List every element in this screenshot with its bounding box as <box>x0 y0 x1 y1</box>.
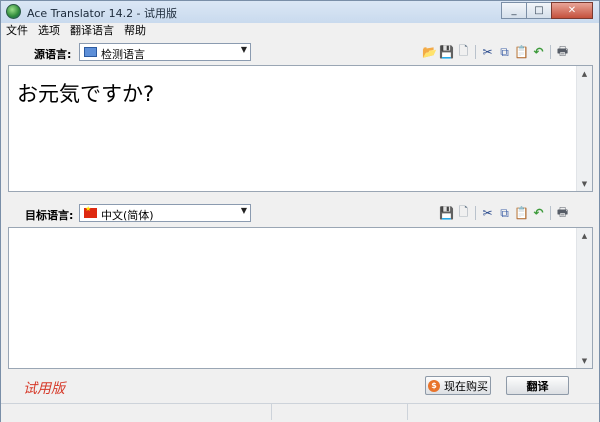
new-document-icon[interactable]: 🗋 <box>455 44 472 60</box>
trial-version-label: 试用版 <box>23 381 65 397</box>
copy-icon[interactable]: ⧉ <box>496 44 513 60</box>
target-scrollbar[interactable]: ▲ ▼ <box>576 228 592 368</box>
app-window: Ace Translator 14.2 - 试用版 _ □ ✕ 文件 选项 翻译… <box>0 0 600 422</box>
undo-icon[interactable]: ↶ <box>530 205 547 221</box>
detect-language-icon <box>84 47 97 57</box>
paste-icon[interactable]: 📋 <box>513 205 530 221</box>
close-button[interactable]: ✕ <box>551 2 593 19</box>
scroll-down-icon[interactable]: ▼ <box>577 353 592 368</box>
window-title: Ace Translator 14.2 - 试用版 <box>27 7 178 20</box>
app-globe-icon <box>6 4 21 19</box>
translate-button[interactable]: 翻译 <box>506 376 569 395</box>
status-panel <box>408 404 598 420</box>
print-icon[interactable]: 🖶 <box>554 44 571 60</box>
source-language-dropdown[interactable]: 检测语言 ▼ <box>79 43 251 61</box>
menu-help[interactable]: 帮助 <box>119 23 151 39</box>
maximize-button[interactable]: □ <box>526 2 552 19</box>
china-flag-icon <box>84 205 97 218</box>
source-toolbar: 源语言: 检测语言 ▼ 📂 💾 🗋 ✂ ⧉ 📋 ↶ 🖶 <box>1 40 599 64</box>
new-document-icon[interactable]: 🗋 <box>455 205 472 221</box>
scroll-up-icon[interactable]: ▲ <box>577 228 592 243</box>
translate-label: 翻译 <box>526 379 549 393</box>
toolbar-separator <box>475 206 476 220</box>
chevron-down-icon: ▼ <box>240 206 247 215</box>
target-language-value: 中文(简体) <box>101 209 154 222</box>
cut-icon[interactable]: ✂ <box>479 44 496 60</box>
target-toolbar: 目标语言: 中文(简体) ▼ 💾 🗋 ✂ ⧉ 📋 ↶ 🖶 <box>1 201 599 225</box>
target-language-dropdown[interactable]: 中文(简体) ▼ <box>79 204 251 222</box>
save-icon[interactable]: 💾 <box>438 205 455 221</box>
cut-icon[interactable]: ✂ <box>479 205 496 221</box>
buy-now-button[interactable]: $ 现在购买 <box>425 376 491 395</box>
title-bar: Ace Translator 14.2 - 试用版 _ □ ✕ <box>1 1 599 23</box>
menu-options[interactable]: 选项 <box>33 23 65 39</box>
open-icon[interactable]: 📂 <box>421 44 438 60</box>
source-scrollbar[interactable]: ▲ ▼ <box>576 66 592 191</box>
target-tools: 💾 🗋 ✂ ⧉ 📋 ↶ 🖶 <box>438 205 571 221</box>
window-controls: _ □ ✕ <box>501 2 593 20</box>
minimize-button[interactable]: _ <box>501 2 527 19</box>
coin-icon: $ <box>428 379 440 392</box>
save-icon[interactable]: 💾 <box>438 44 455 60</box>
status-panel <box>1 404 272 420</box>
source-text: お元気ですか? <box>17 82 155 106</box>
pane-splitter[interactable] <box>1 192 599 197</box>
chevron-down-icon: ▼ <box>240 45 247 54</box>
target-language-label: 目标语言: <box>25 209 74 222</box>
toolbar-separator <box>550 206 551 220</box>
source-tools: 📂 💾 🗋 ✂ ⧉ 📋 ↶ 🖶 <box>421 44 571 60</box>
print-icon[interactable]: 🖶 <box>554 205 571 221</box>
source-text-area[interactable]: お元気ですか? ▲ ▼ <box>8 65 593 192</box>
menu-translate-language[interactable]: 翻译语言 <box>65 23 119 39</box>
menu-bar: 文件 选项 翻译语言 帮助 <box>1 23 599 39</box>
status-panel <box>272 404 408 420</box>
buy-now-label: 现在购买 <box>444 379 488 393</box>
scroll-up-icon[interactable]: ▲ <box>577 66 592 81</box>
toolbar-separator <box>475 45 476 59</box>
undo-icon[interactable]: ↶ <box>530 44 547 60</box>
scroll-down-icon[interactable]: ▼ <box>577 176 592 191</box>
source-language-label: 源语言: <box>34 48 72 61</box>
menu-file[interactable]: 文件 <box>1 23 33 39</box>
toolbar-separator <box>550 45 551 59</box>
source-language-value: 检测语言 <box>101 48 145 61</box>
paste-icon[interactable]: 📋 <box>513 44 530 60</box>
copy-icon[interactable]: ⧉ <box>496 205 513 221</box>
status-bar <box>1 403 599 422</box>
target-text-area[interactable]: ▲ ▼ <box>8 227 593 369</box>
